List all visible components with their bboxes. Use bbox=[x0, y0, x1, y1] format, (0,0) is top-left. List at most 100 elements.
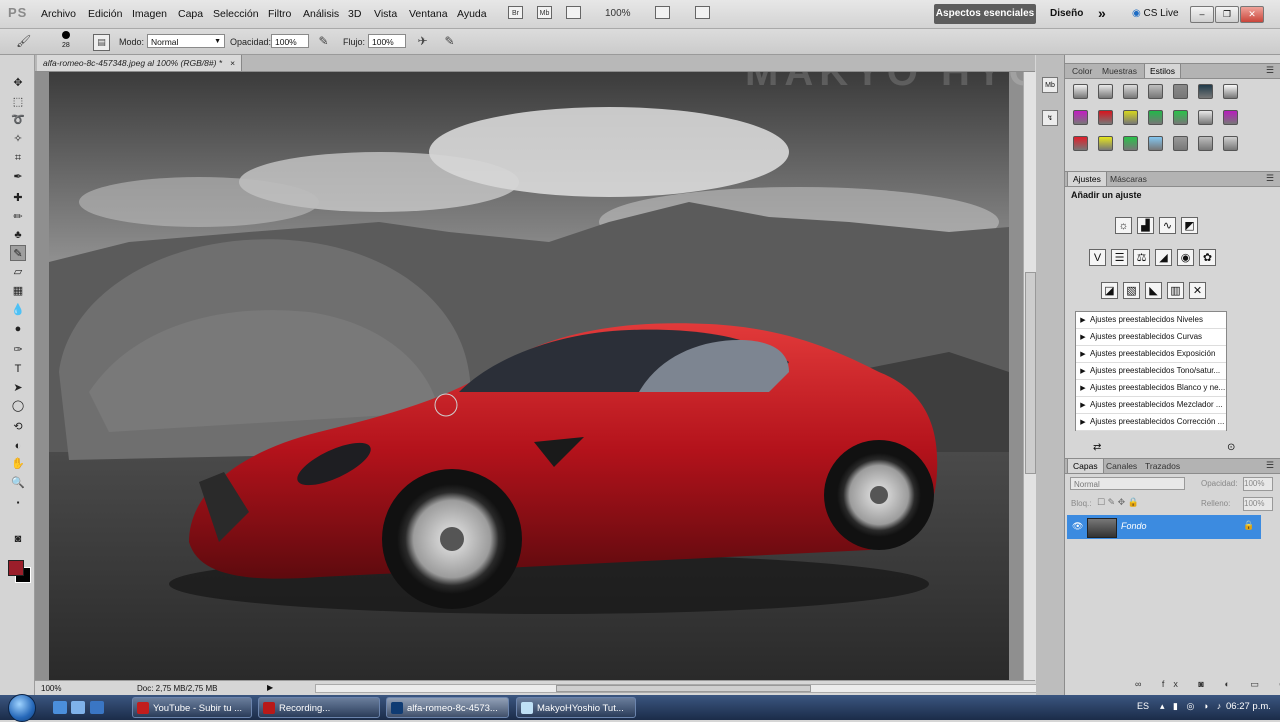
menu-vista[interactable]: Vista bbox=[374, 8, 397, 20]
photo-filter-icon[interactable]: ◉ bbox=[1177, 249, 1194, 266]
dodge-tool-icon[interactable]: ● bbox=[10, 321, 26, 337]
brush-preview-icon[interactable] bbox=[62, 31, 70, 39]
tab-swatches[interactable]: Muestras bbox=[1097, 64, 1142, 78]
invert-icon[interactable]: ◪ bbox=[1101, 282, 1118, 299]
color-balance-icon[interactable]: ⚖ bbox=[1133, 249, 1150, 266]
brightness-icon[interactable]: ☼ bbox=[1115, 217, 1132, 234]
shape-tool-icon[interactable]: ◯ bbox=[10, 398, 26, 414]
3d-rotate-tool-icon[interactable]: ⟲ bbox=[10, 419, 26, 435]
black-white-icon[interactable]: ◢ bbox=[1155, 249, 1172, 266]
style-swatch[interactable] bbox=[1098, 84, 1113, 99]
history-brush-tool-icon[interactable]: ✎ bbox=[10, 245, 26, 261]
zoom-tool-icon[interactable]: 🔍 bbox=[10, 475, 26, 491]
tab-adjustments[interactable]: Ajustes bbox=[1067, 172, 1107, 186]
style-swatch[interactable] bbox=[1073, 84, 1088, 99]
opacity-field[interactable]: 100% bbox=[271, 34, 309, 48]
minibridge-button[interactable]: Mb bbox=[537, 6, 552, 19]
3d-orbit-tool-icon[interactable]: ◐ bbox=[10, 438, 26, 454]
hue-saturation-icon[interactable]: ☰ bbox=[1111, 249, 1128, 266]
vertical-scrollbar[interactable] bbox=[1023, 72, 1036, 680]
style-swatch[interactable] bbox=[1223, 136, 1238, 151]
visibility-eye-icon[interactable]: 👁 bbox=[1072, 521, 1083, 532]
eyedropper-tool-icon[interactable]: ✒ bbox=[10, 169, 26, 185]
menu-ayuda[interactable]: Ayuda bbox=[457, 8, 487, 20]
style-swatch[interactable] bbox=[1223, 84, 1238, 99]
exposure-icon[interactable]: ◩ bbox=[1181, 217, 1198, 234]
blend-mode-select[interactable]: Normal bbox=[1070, 477, 1185, 490]
tab-color[interactable]: Color bbox=[1067, 64, 1097, 78]
horizontal-scroll-thumb[interactable] bbox=[556, 685, 811, 692]
channel-mixer-icon[interactable]: ✿ bbox=[1199, 249, 1216, 266]
minibridge-panel-icon[interactable]: Mb bbox=[1042, 77, 1058, 93]
history-panel-icon[interactable]: ↯ bbox=[1042, 110, 1058, 126]
switch-windows-icon[interactable] bbox=[71, 701, 85, 714]
canvas-image[interactable] bbox=[49, 72, 1009, 680]
style-swatch[interactable] bbox=[1198, 110, 1213, 125]
style-swatch[interactable] bbox=[1173, 84, 1188, 99]
tab-layers[interactable]: Capas bbox=[1067, 459, 1104, 473]
healing-brush-tool-icon[interactable]: ✚ bbox=[10, 190, 26, 206]
style-swatch[interactable] bbox=[1198, 84, 1213, 99]
zoom-level[interactable]: 100% bbox=[605, 8, 631, 19]
extras-icon[interactable] bbox=[566, 6, 581, 19]
close-button[interactable]: ✕ bbox=[1240, 6, 1264, 23]
layer-actions-icons[interactable]: ∞ fx ◙ ◐ ▭ ▫ 🗑 bbox=[1135, 679, 1280, 690]
style-swatch[interactable] bbox=[1173, 110, 1188, 125]
status-zoom[interactable]: 100% bbox=[41, 684, 61, 693]
clip-to-layer-icon[interactable]: ⊙ bbox=[1227, 442, 1235, 453]
canvas-area[interactable]: MAKYO HYOSHIO bbox=[35, 72, 1023, 680]
style-swatch[interactable] bbox=[1148, 136, 1163, 151]
language-indicator[interactable]: ES bbox=[1137, 701, 1149, 711]
status-menu-arrow-icon[interactable]: ▶ bbox=[267, 683, 273, 692]
crop-tool-icon[interactable]: ⌗ bbox=[10, 150, 26, 166]
flow-field[interactable]: 100% bbox=[368, 34, 406, 48]
maximize-button[interactable]: ❐ bbox=[1215, 6, 1239, 23]
quick-mask-icon[interactable]: ◙ bbox=[10, 531, 26, 547]
eraser-tool-icon[interactable]: ▱ bbox=[10, 264, 26, 280]
style-swatch[interactable] bbox=[1098, 110, 1113, 125]
more-workspaces-icon[interactable]: » bbox=[1098, 5, 1106, 21]
cs-live-button[interactable]: ◉ CS Live bbox=[1132, 8, 1179, 19]
style-swatch[interactable] bbox=[1098, 136, 1113, 151]
document-tab[interactable]: alfa-romeo-8c-457348.jpeg al 100% (RGB/8… bbox=[37, 55, 243, 71]
preset-black-white[interactable]: ▶ Ajustes preestablecidos Blanco y ne... bbox=[1076, 380, 1226, 397]
tab-paths[interactable]: Trazados bbox=[1140, 459, 1185, 473]
preset-selective-color[interactable]: ▶ Ajustes preestablecidos Corrección ... bbox=[1076, 414, 1226, 431]
pressure-opacity-icon[interactable]: ✎ bbox=[316, 34, 331, 49]
gradient-tool-icon[interactable]: ▦ bbox=[10, 283, 26, 299]
explorer-icon[interactable] bbox=[90, 701, 104, 714]
menu-3d[interactable]: 3D bbox=[348, 8, 361, 20]
menu-capa[interactable]: Capa bbox=[178, 8, 203, 20]
tab-channels[interactable]: Canales bbox=[1101, 459, 1142, 473]
task-notepad[interactable]: MakyoHYoshio Tut... bbox=[516, 697, 636, 718]
move-tool-icon[interactable]: ✥ bbox=[10, 75, 26, 91]
task-youtube[interactable]: YouTube - Subir tu ... bbox=[132, 697, 252, 718]
mode-select[interactable]: Normal ▼ bbox=[147, 34, 225, 48]
foreground-color-swatch[interactable] bbox=[8, 560, 24, 576]
pressure-size-icon[interactable]: ✎ bbox=[442, 34, 457, 49]
preset-hue-saturation[interactable]: ▶ Ajustes preestablecidos Tono/satur... bbox=[1076, 363, 1226, 380]
menu-archivo[interactable]: Archivo bbox=[41, 8, 76, 20]
style-swatch[interactable] bbox=[1173, 136, 1188, 151]
menu-imagen[interactable]: Imagen bbox=[132, 8, 167, 20]
arrange-documents-icon[interactable] bbox=[655, 6, 670, 19]
threshold-icon[interactable]: ◣ bbox=[1145, 282, 1162, 299]
bridge-button[interactable]: Br bbox=[508, 6, 523, 19]
brush-tool-icon[interactable]: ✏ bbox=[10, 209, 26, 225]
marquee-tool-icon[interactable]: ⬚ bbox=[10, 94, 26, 110]
layer-row-fondo[interactable]: 👁 Fondo 🔒 bbox=[1067, 515, 1261, 539]
airbrush-icon[interactable]: ✈ bbox=[415, 34, 430, 49]
layer-opacity-field[interactable]: 100% bbox=[1243, 477, 1273, 491]
levels-icon[interactable]: ▟ bbox=[1137, 217, 1154, 234]
tab-masks[interactable]: Máscaras bbox=[1105, 172, 1152, 186]
task-recording[interactable]: Recording... bbox=[258, 697, 380, 718]
gradient-map-icon[interactable]: ▥ bbox=[1167, 282, 1184, 299]
quick-select-tool-icon[interactable]: ✧ bbox=[10, 131, 26, 147]
style-swatch[interactable] bbox=[1148, 84, 1163, 99]
hand-tool-icon[interactable]: ✋ bbox=[10, 456, 26, 472]
close-tab-icon[interactable]: × bbox=[230, 58, 235, 68]
lasso-tool-icon[interactable]: ➰ bbox=[10, 112, 26, 128]
clone-stamp-tool-icon[interactable]: ♣ bbox=[10, 227, 26, 243]
selective-color-icon[interactable]: ✕ bbox=[1189, 282, 1206, 299]
vertical-scroll-thumb[interactable] bbox=[1025, 272, 1036, 474]
